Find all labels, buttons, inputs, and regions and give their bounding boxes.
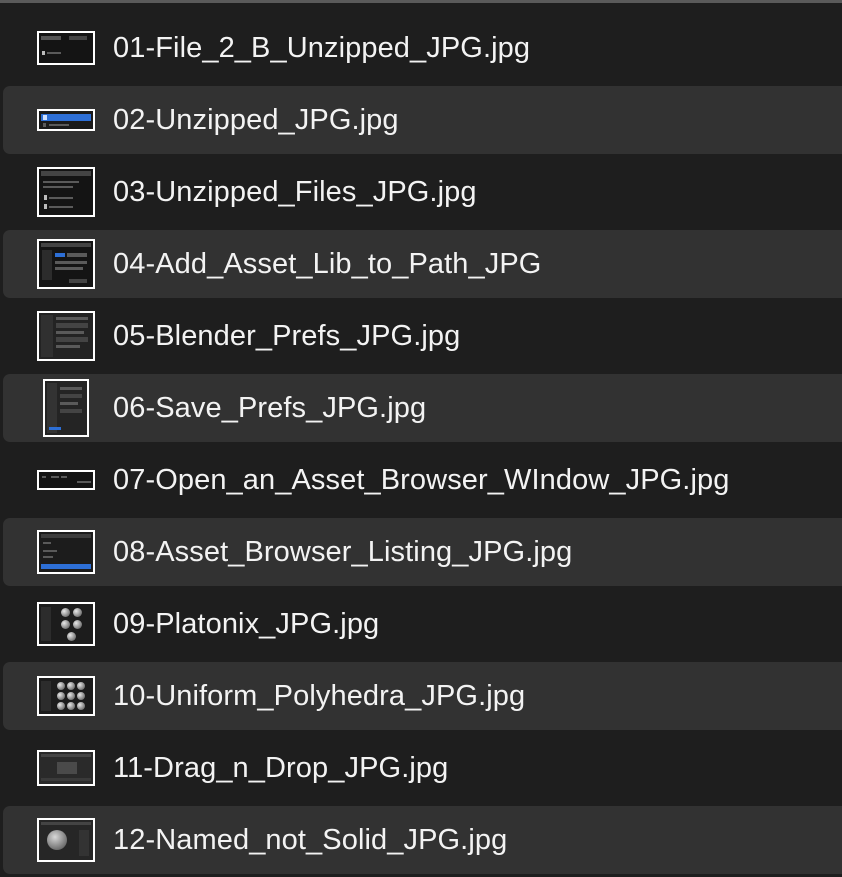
image-thumbnail-icon [37,167,95,217]
file-list: 01-File_2_B_Unzipped_JPG.jpg 02-Unzipped… [0,12,842,876]
image-thumbnail-icon [37,602,95,646]
file-row[interactable]: 12-Named_not_Solid_JPG.jpg [0,804,842,876]
file-name: 03-Unzipped_Files_JPG.jpg [113,176,477,208]
thumbnail-container [36,12,96,84]
window-top-border [0,0,842,3]
thumbnail-container [36,732,96,804]
file-row[interactable]: 08-Asset_Browser_Listing_JPG.jpg [0,516,842,588]
thumbnail-container [36,660,96,732]
image-thumbnail-icon [37,530,95,574]
file-name: 08-Asset_Browser_Listing_JPG.jpg [113,536,573,568]
file-row[interactable]: 01-File_2_B_Unzipped_JPG.jpg [0,12,842,84]
thumbnail-container [36,444,96,516]
thumbnail-container [36,84,96,156]
file-row[interactable]: 10-Uniform_Polyhedra_JPG.jpg [0,660,842,732]
file-name: 02-Unzipped_JPG.jpg [113,104,399,136]
image-thumbnail-icon [37,109,95,131]
image-thumbnail-icon [37,676,95,716]
file-name: 07-Open_an_Asset_Browser_WIndow_JPG.jpg [113,464,730,496]
file-row[interactable]: 03-Unzipped_Files_JPG.jpg [0,156,842,228]
thumbnail-container [36,228,96,300]
file-row[interactable]: 05-Blender_Prefs_JPG.jpg [0,300,842,372]
file-row[interactable]: 02-Unzipped_JPG.jpg [0,84,842,156]
file-name: 10-Uniform_Polyhedra_JPG.jpg [113,680,526,712]
file-row[interactable]: 04-Add_Asset_Lib_to_Path_JPG [0,228,842,300]
file-name: 04-Add_Asset_Lib_to_Path_JPG [113,248,542,280]
thumbnail-container [36,372,96,444]
thumbnail-container [36,804,96,876]
thumbnail-container [36,516,96,588]
thumbnail-container [36,588,96,660]
image-thumbnail-icon [37,239,95,289]
file-row[interactable]: 11-Drag_n_Drop_JPG.jpg [0,732,842,804]
file-name: 09-Platonix_JPG.jpg [113,608,380,640]
image-thumbnail-icon [37,818,95,862]
image-thumbnail-icon [37,31,95,65]
image-thumbnail-icon [37,470,95,490]
image-thumbnail-icon [37,311,95,361]
file-row[interactable]: 07-Open_an_Asset_Browser_WIndow_JPG.jpg [0,444,842,516]
file-name: 12-Named_not_Solid_JPG.jpg [113,824,508,856]
thumbnail-container [36,300,96,372]
thumbnail-container [36,156,96,228]
image-thumbnail-icon [37,750,95,786]
file-row[interactable]: 09-Platonix_JPG.jpg [0,588,842,660]
file-name: 11-Drag_n_Drop_JPG.jpg [113,752,449,784]
file-name: 06-Save_Prefs_JPG.jpg [113,392,427,424]
file-row[interactable]: 06-Save_Prefs_JPG.jpg [0,372,842,444]
file-name: 05-Blender_Prefs_JPG.jpg [113,320,461,352]
image-thumbnail-icon [43,379,89,437]
file-name: 01-File_2_B_Unzipped_JPG.jpg [113,32,531,64]
